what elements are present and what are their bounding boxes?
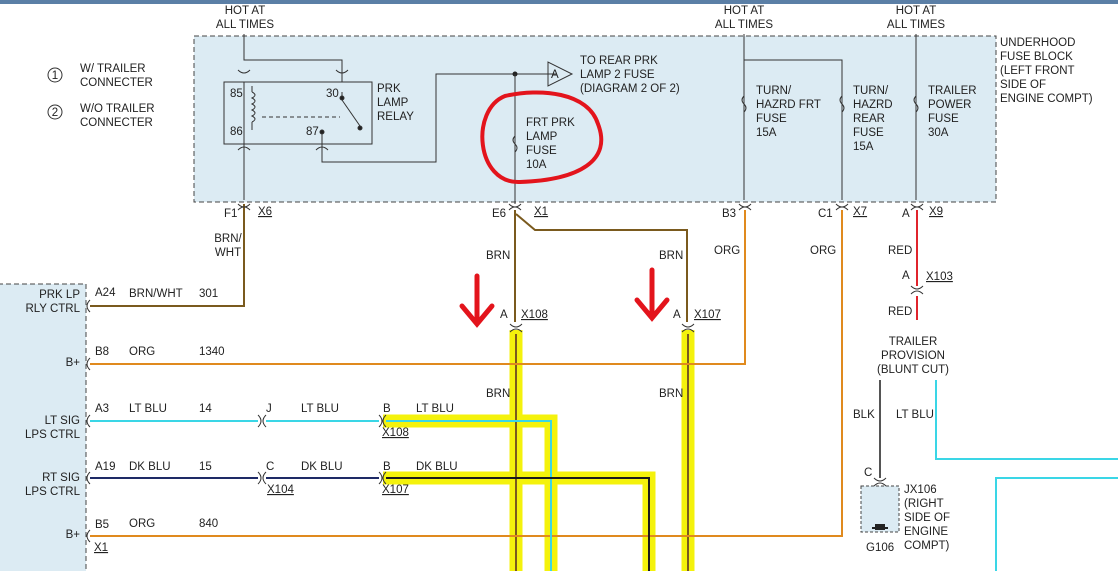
conn-x103: X103	[926, 271, 953, 283]
conn-x107-top: X107	[694, 309, 721, 321]
conn-x107-low: X107	[382, 484, 409, 496]
wire-lt-blu-right2	[995, 477, 1118, 571]
arrow-letter: A	[551, 69, 559, 81]
highlight-marks	[383, 330, 695, 571]
hot-label-2: HOT AT ALL TIMES	[715, 5, 773, 31]
wire-label-red-lower: RED	[888, 306, 912, 318]
fuse-block-label: UNDERHOOD FUSE BLOCK (LEFT FRONT SIDE OF ENG…	[1000, 37, 1093, 105]
jx106-label: JX106 (RIGHT SIDE OF ENGINE COMPT)	[904, 484, 950, 552]
wire-org-1340	[90, 210, 746, 365]
pin-a19: A19	[95, 461, 115, 473]
wire-label-brn-lower-left: BRN	[486, 388, 510, 400]
relay-pin-30: 30	[326, 88, 339, 100]
red-arrow-left-icon	[459, 273, 495, 328]
wire-label-red-upper: RED	[888, 245, 912, 257]
relay-pin-87: 87	[306, 126, 319, 138]
pin-b8-circuit: 1340	[199, 346, 225, 358]
wire-lt-blu-right	[935, 380, 1118, 460]
conn-x104: X104	[267, 484, 294, 496]
wire-label-org-b3: ORG	[714, 245, 740, 257]
hot-label-3: HOT AT ALL TIMES	[887, 5, 945, 31]
wiring-diagram: 1 2 W/ TRAILER CONNECTER W/O TRAILER CONNE…	[0, 0, 1118, 571]
pin-a19-color: DK BLU	[129, 461, 171, 473]
trailer-provision-label: TRAILER PROVISION (BLUNT CUT)	[877, 336, 949, 376]
conn-jx106-c: C	[864, 467, 872, 479]
wire-label-brn-wht: BRN/WHT	[214, 233, 242, 259]
conn-x108-low: X108	[382, 427, 409, 439]
conn-x1-top: X1	[534, 206, 548, 218]
conn-c-x104: C	[266, 461, 274, 473]
pin-a3-circuit: 14	[199, 403, 212, 415]
legend-text-1: W/ TRAILER CONNECTER	[80, 63, 153, 89]
conn-b-x108: B	[383, 403, 391, 415]
conn-e6: E6	[492, 208, 506, 220]
conn-f1: F1	[224, 208, 237, 220]
conn-x6: X6	[258, 206, 272, 218]
conn-a-x107: A	[673, 309, 681, 321]
legend-num-1: 1	[52, 70, 58, 82]
conn-b-x107: B	[383, 461, 391, 473]
pin-b5-circuit: 840	[199, 518, 218, 530]
conn-a-x103: A	[902, 270, 910, 282]
conn-x108-top: X108	[521, 309, 548, 321]
top-border	[0, 0, 1118, 4]
relay-pin-86: 86	[230, 126, 243, 138]
wire-label-brn-right: BRN	[659, 250, 683, 262]
conn-a-x108: A	[500, 309, 508, 321]
conn-j: J	[266, 403, 272, 415]
pin-a24-color: BRN/WHT	[129, 288, 183, 300]
pin-a3-color: LT BLU	[129, 403, 167, 415]
wire-label-brn-lower-right: BRN	[659, 388, 683, 400]
pin-b8: B8	[95, 346, 109, 358]
pin-name-bplus-1: B+	[66, 357, 81, 369]
conn-c1: C1	[818, 208, 833, 220]
hot-label-1: HOT AT ALL TIMES	[216, 5, 274, 31]
pin-name-bplus-2: B+	[66, 529, 81, 541]
red-arrow-right-icon	[634, 267, 670, 322]
conn-a-x9: A	[902, 208, 910, 220]
pin-a19-circuit: 15	[199, 461, 212, 473]
legend-num-2: 2	[52, 107, 58, 119]
conn-b3: B3	[722, 208, 736, 220]
conn-x1-left: X1	[94, 542, 108, 554]
pin-a3-after: LT BLU	[301, 403, 339, 415]
pin-b5-color: ORG	[129, 518, 155, 530]
pin-a3: A3	[95, 403, 109, 415]
relay-pin-85: 85	[230, 88, 243, 100]
wire-label-brn-e6: BRN	[486, 250, 510, 262]
pin-a19-after2: DK BLU	[416, 461, 458, 473]
pin-b8-color: ORG	[129, 346, 155, 358]
pin-a24-circuit: 301	[199, 288, 218, 300]
pin-a24: A24	[95, 287, 116, 299]
conn-x9: X9	[929, 206, 943, 218]
wire-label-lt-blu-right: LT BLU	[896, 409, 934, 421]
pin-b5: B5	[95, 519, 109, 531]
wire-lt-blu-after	[386, 420, 552, 571]
pin-a19-after: DK BLU	[301, 461, 343, 473]
body-control-module	[0, 283, 87, 571]
g106-label: G106	[866, 542, 894, 554]
conn-x7: X7	[853, 206, 867, 218]
wire-label-blk: BLK	[853, 409, 875, 421]
pin-a3-after2: LT BLU	[416, 403, 454, 415]
legend-text-2: W/O TRAILER CONNECTER	[80, 103, 155, 129]
wire-label-org-c1: ORG	[810, 245, 836, 257]
wire-org-840	[90, 210, 843, 537]
